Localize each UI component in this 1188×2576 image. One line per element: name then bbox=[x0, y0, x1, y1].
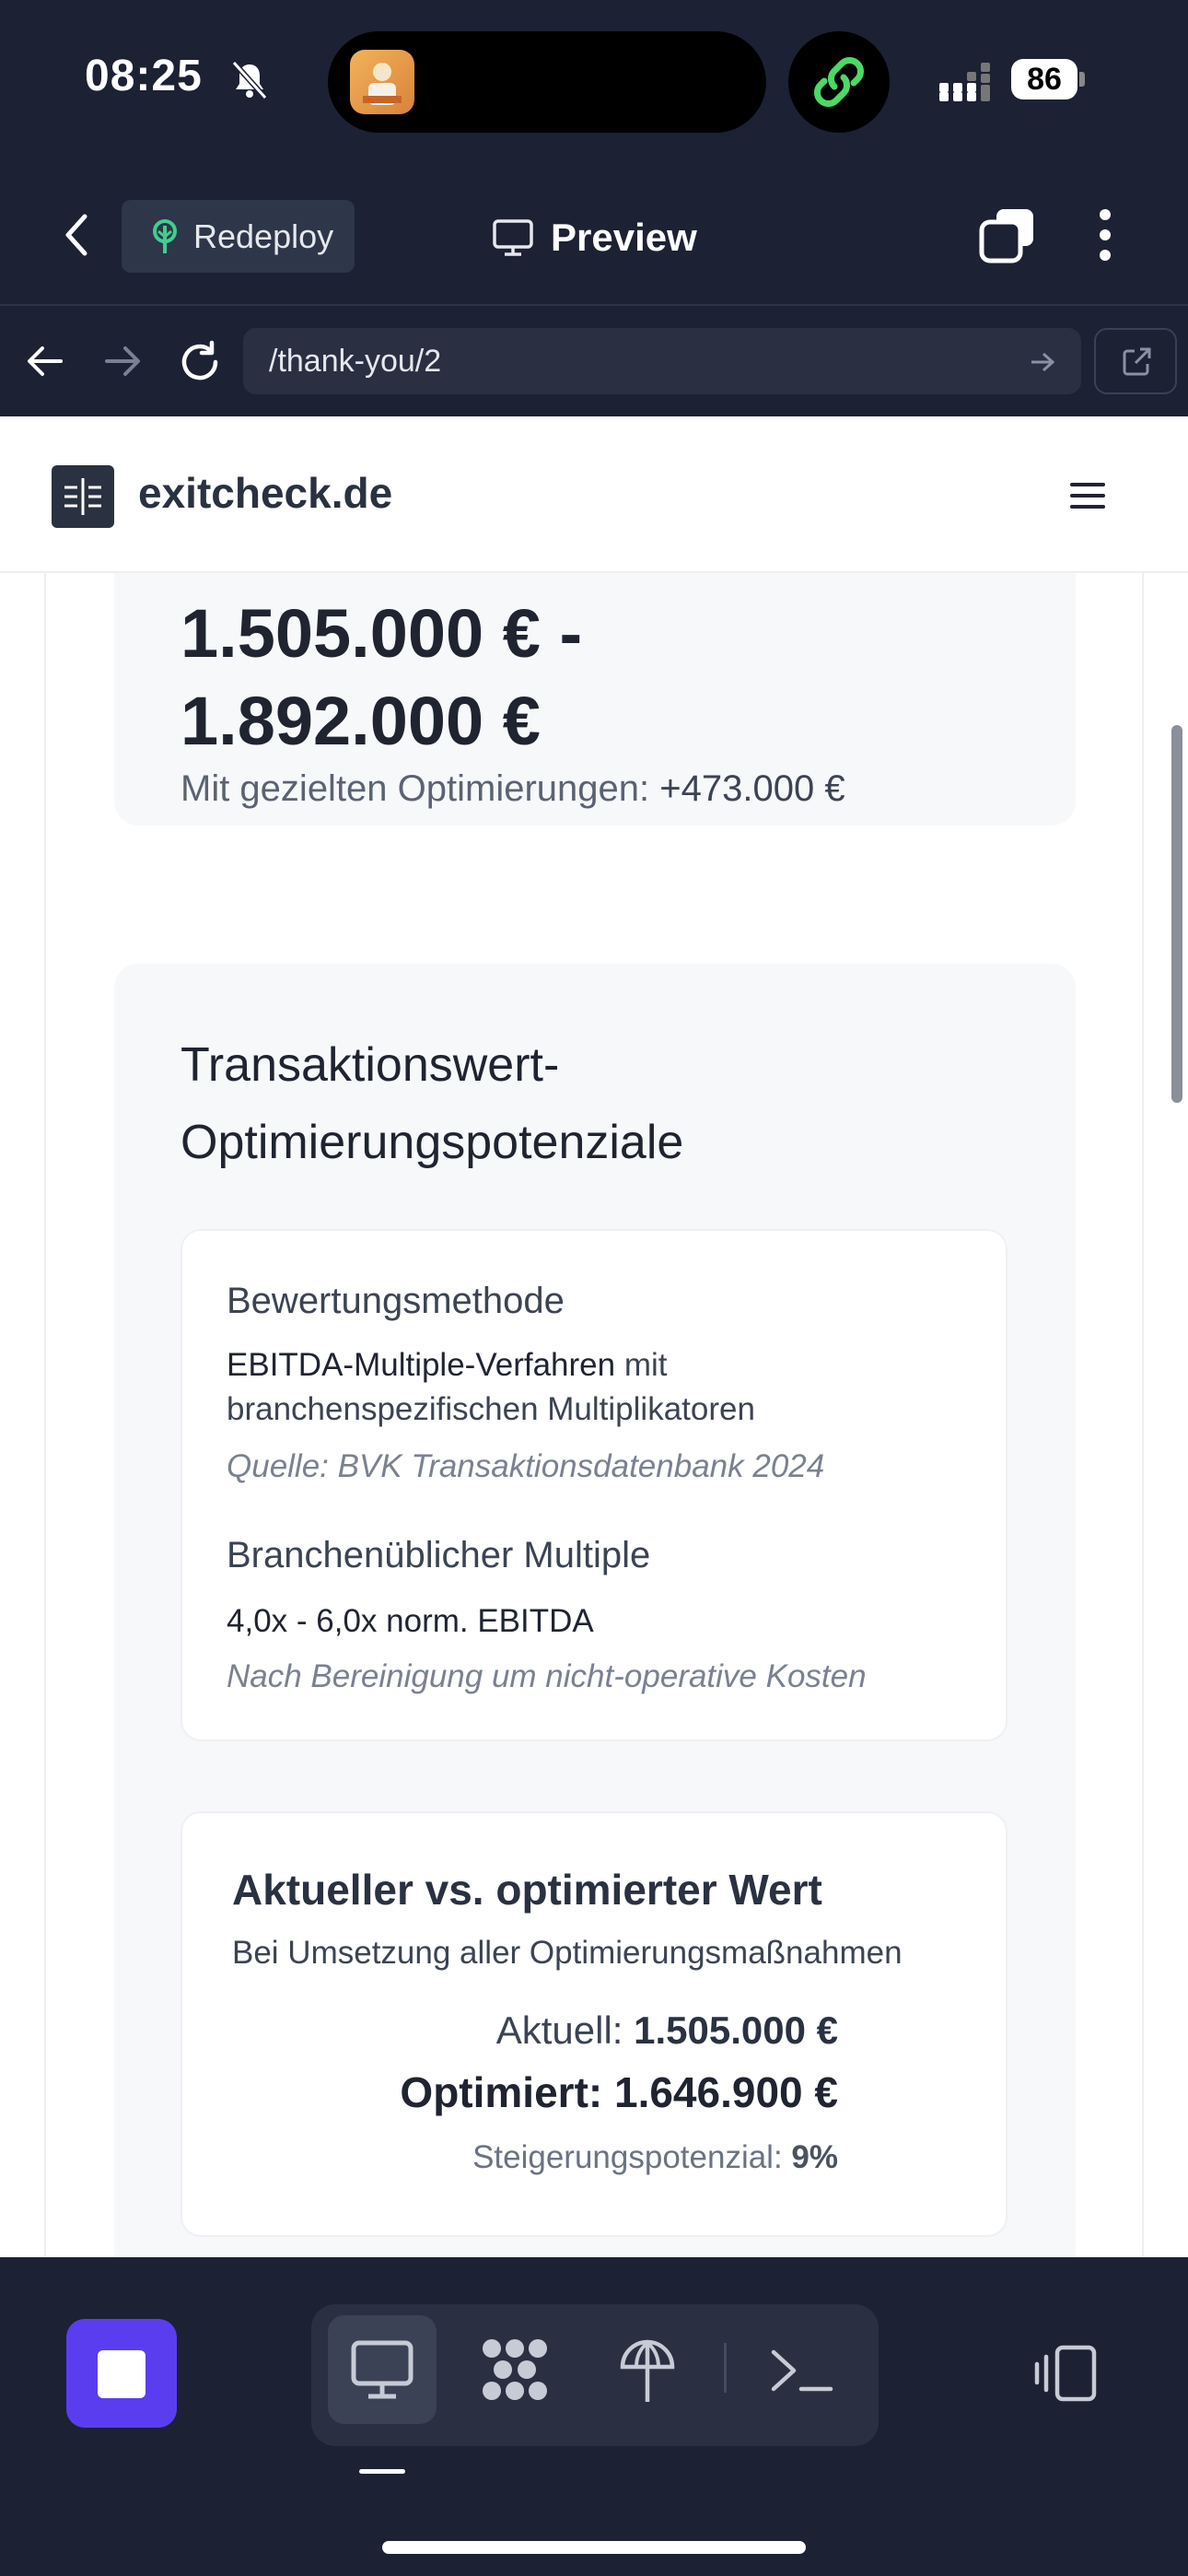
apps-icon bbox=[483, 2339, 547, 2400]
section-title: Transaktionswert- Optimierungspotenziale bbox=[181, 1026, 683, 1181]
link-activity bbox=[788, 31, 890, 133]
optimized-value: 1.646.900 € bbox=[613, 2068, 838, 2116]
method-source: Quelle: BVK Transaktionsdatenbank 2024 bbox=[227, 1448, 825, 1484]
optimized-label: Optimiert: bbox=[400, 2068, 614, 2116]
view-tabs bbox=[311, 2304, 879, 2446]
optimization-value: +473.000 € bbox=[659, 768, 845, 809]
method-rest: mit bbox=[615, 1347, 668, 1383]
current-value: 1.505.000 € bbox=[634, 2008, 838, 2052]
devices-icon[interactable] bbox=[1033, 2344, 1100, 2403]
multiple-heading: Branchenüblicher Multiple bbox=[227, 1535, 651, 1575]
deploy-icon bbox=[620, 2339, 675, 2402]
link-icon bbox=[814, 57, 864, 107]
current-label: Aktuell: bbox=[495, 2008, 635, 2052]
monitor-icon bbox=[493, 219, 533, 256]
redeploy-label: Redeploy bbox=[193, 217, 334, 255]
active-tab-indicator bbox=[359, 2469, 405, 2474]
current-value-line: Aktuell: 1.505.000 € bbox=[182, 2008, 838, 2053]
preview-label: Preview bbox=[551, 216, 697, 259]
page-content: 1.505.000 € - 1.892.000 € Mit gezielten … bbox=[44, 499, 1144, 2257]
desktop-icon bbox=[351, 2340, 413, 2399]
webview: exitcheck.de 1.505.000 € - 1.892.000 € M… bbox=[0, 416, 1188, 2257]
open-external-button[interactable] bbox=[1094, 328, 1177, 394]
bottom-toolbar bbox=[0, 2257, 1188, 2576]
section-title-line2: Optimierungspotenziale bbox=[181, 1116, 684, 1169]
external-link-icon bbox=[1123, 347, 1151, 376]
value-range-line2: 1.892.000 € bbox=[181, 683, 541, 759]
signal-icon bbox=[939, 63, 990, 101]
preview-title[interactable]: Preview bbox=[492, 205, 697, 270]
increase-label: Steigerungspotenzial: bbox=[472, 2139, 792, 2175]
section-title-line1: Transaktionswert- bbox=[181, 1038, 560, 1092]
dynamic-island bbox=[328, 31, 766, 133]
go-arrow-icon[interactable] bbox=[1028, 350, 1057, 374]
app-activity-icon bbox=[350, 50, 414, 114]
tree-icon bbox=[153, 218, 177, 253]
multiple-value: 4,0x - 6,0x norm. EBITDA bbox=[227, 1603, 594, 1639]
value-range-line1: 1.505.000 € - bbox=[181, 595, 583, 672]
hamburger-icon[interactable] bbox=[1068, 481, 1107, 510]
app-bar: Redeploy Preview bbox=[0, 161, 1188, 306]
optimization-note: Mit gezielten Optimierungen: +473.000 € bbox=[181, 768, 845, 810]
home-indicator[interactable] bbox=[382, 2541, 806, 2554]
comparison-title: Aktueller vs. optimierter Wert bbox=[232, 1866, 822, 1914]
increase-line: Steigerungspotenzial: 9% bbox=[182, 2139, 838, 2176]
arrow-left-icon[interactable] bbox=[24, 341, 66, 381]
status-time: 08:25 bbox=[85, 52, 203, 100]
tab-divider bbox=[724, 2343, 727, 2393]
stop-button[interactable] bbox=[66, 2319, 177, 2428]
bell-slash-icon bbox=[231, 60, 268, 100]
tab-desktop[interactable] bbox=[328, 2315, 437, 2424]
method-box: Bewertungsmethode EBITDA-Multiple-Verfah… bbox=[181, 1229, 1007, 1741]
optimization-prefix: Mit gezielten Optimierungen: bbox=[181, 768, 660, 809]
site-header: exitcheck.de bbox=[0, 416, 1188, 573]
scrollbar[interactable] bbox=[1171, 725, 1182, 1103]
optimized-value-line: Optimiert: 1.646.900 € bbox=[182, 2067, 838, 2117]
arrow-right-icon[interactable] bbox=[101, 341, 144, 381]
logo-icon[interactable] bbox=[52, 465, 114, 528]
comparison-subtitle: Bei Umsetzung aller Optimierungsmaßnahme… bbox=[232, 1935, 903, 1971]
terminal-icon bbox=[771, 2349, 833, 2392]
status-bar: 08:25 86 bbox=[0, 0, 1188, 161]
method-description: EBITDA-Multiple-Verfahren mit branchensp… bbox=[227, 1343, 755, 1432]
increase-value: 9% bbox=[791, 2139, 838, 2175]
tab-terminal[interactable] bbox=[748, 2315, 856, 2424]
method-line2: branchenspezifischen Multiplikatoren bbox=[227, 1391, 755, 1427]
tab-apps[interactable] bbox=[460, 2315, 569, 2424]
battery-indicator: 86 bbox=[1011, 59, 1077, 100]
stop-icon bbox=[98, 2350, 146, 2398]
value-range: 1.505.000 € - 1.892.000 € bbox=[181, 590, 582, 765]
multiple-note: Nach Bereinigung um nicht-operative Kost… bbox=[227, 1658, 867, 1694]
comparison-box: Aktueller vs. optimierter Wert Bei Umset… bbox=[181, 1811, 1007, 2237]
method-strong: EBITDA-Multiple-Verfahren bbox=[227, 1347, 616, 1383]
more-vertical-icon[interactable] bbox=[1094, 205, 1116, 264]
method-heading: Bewertungsmethode bbox=[227, 1281, 565, 1321]
battery-cap bbox=[1079, 72, 1085, 87]
reload-icon[interactable] bbox=[177, 339, 223, 385]
url-text: /thank-you/2 bbox=[269, 344, 442, 379]
browser-toolbar: /thank-you/2 bbox=[0, 306, 1188, 416]
copy-icon[interactable] bbox=[978, 205, 1037, 264]
site-name[interactable]: exitcheck.de bbox=[138, 468, 392, 518]
optimization-potential-card: Transaktionswert- Optimierungspotenziale… bbox=[114, 964, 1076, 2257]
url-input[interactable]: /thank-you/2 bbox=[243, 328, 1081, 394]
tab-deploy[interactable] bbox=[593, 2315, 702, 2424]
back-chevron-icon[interactable] bbox=[57, 209, 98, 261]
redeploy-button[interactable]: Redeploy bbox=[122, 200, 355, 273]
